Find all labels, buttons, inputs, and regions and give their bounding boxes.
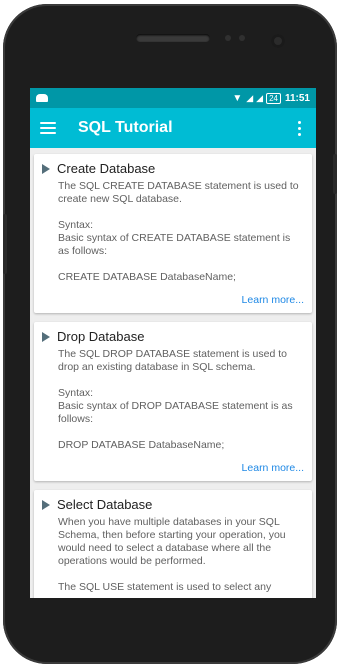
expand-triangle-icon xyxy=(42,499,50,510)
topic-card-drop-database[interactable]: Drop Database The SQL DROP DATABASE stat… xyxy=(34,322,312,481)
expand-triangle-icon xyxy=(42,163,50,174)
card-title: Select Database xyxy=(57,497,153,512)
app-title: SQL Tutorial xyxy=(78,119,173,136)
hamburger-menu-icon[interactable] xyxy=(40,122,56,134)
phone-frame: ▼ ◢ ◢ 24 11:51 SQL Tutorial Create Datab… xyxy=(3,4,337,664)
power-button xyxy=(333,154,337,194)
topic-card-create-database[interactable]: Create Database The SQL CREATE DATABASE … xyxy=(34,154,312,313)
card-description: The SQL DROP DATABASE statement is used … xyxy=(58,348,293,451)
expand-triangle-icon xyxy=(42,331,50,342)
signal-icon: ◢ xyxy=(246,92,253,103)
android-notification-icon xyxy=(36,94,48,102)
card-list[interactable]: Create Database The SQL CREATE DATABASE … xyxy=(30,148,316,598)
battery-icon: 24 xyxy=(266,92,281,104)
screen: ▼ ◢ ◢ 24 11:51 SQL Tutorial Create Datab… xyxy=(30,88,316,598)
learn-more-link[interactable]: Learn more... xyxy=(42,294,304,306)
volume-button xyxy=(3,214,7,274)
card-title: Drop Database xyxy=(57,329,145,344)
learn-more-link[interactable]: Learn more... xyxy=(42,462,304,474)
front-camera xyxy=(271,34,285,48)
earpiece-speaker xyxy=(136,34,210,42)
topic-card-select-database[interactable]: Select Database When you have multiple d… xyxy=(34,490,312,598)
wifi-icon: ▼ xyxy=(232,92,243,104)
status-time: 11:51 xyxy=(284,92,310,104)
card-description: The SQL CREATE DATABASE statement is use… xyxy=(58,180,299,283)
app-bar: SQL Tutorial xyxy=(30,108,316,148)
proximity-sensor xyxy=(225,35,231,41)
signal-icon-2: ◢ xyxy=(256,92,263,103)
overflow-menu-icon[interactable] xyxy=(292,120,306,136)
card-title: Create Database xyxy=(57,161,156,176)
light-sensor xyxy=(239,35,245,41)
status-bar: ▼ ◢ ◢ 24 11:51 xyxy=(30,88,316,108)
card-description: When you have multiple databases in your… xyxy=(58,516,286,593)
